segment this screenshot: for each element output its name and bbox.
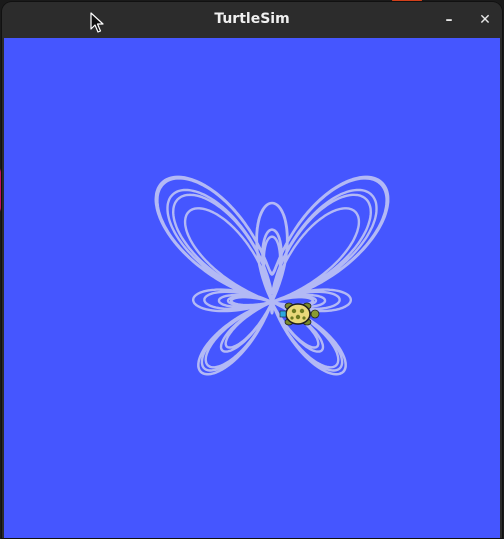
pen-trail-drawing [154, 175, 390, 376]
window-title: TurtleSim [214, 11, 290, 27]
turtlesim-window: TurtleSim – ✕ [2, 2, 502, 538]
close-icon: ✕ [479, 12, 491, 28]
turtle-canvas [4, 38, 500, 538]
close-button[interactable]: ✕ [476, 11, 494, 29]
minimize-button[interactable]: – [440, 11, 458, 29]
mouse-pointer-icon [90, 12, 104, 33]
pen-trail-path [154, 175, 390, 376]
minimize-icon: – [445, 12, 453, 28]
title-bar[interactable]: TurtleSim – ✕ [2, 2, 502, 38]
